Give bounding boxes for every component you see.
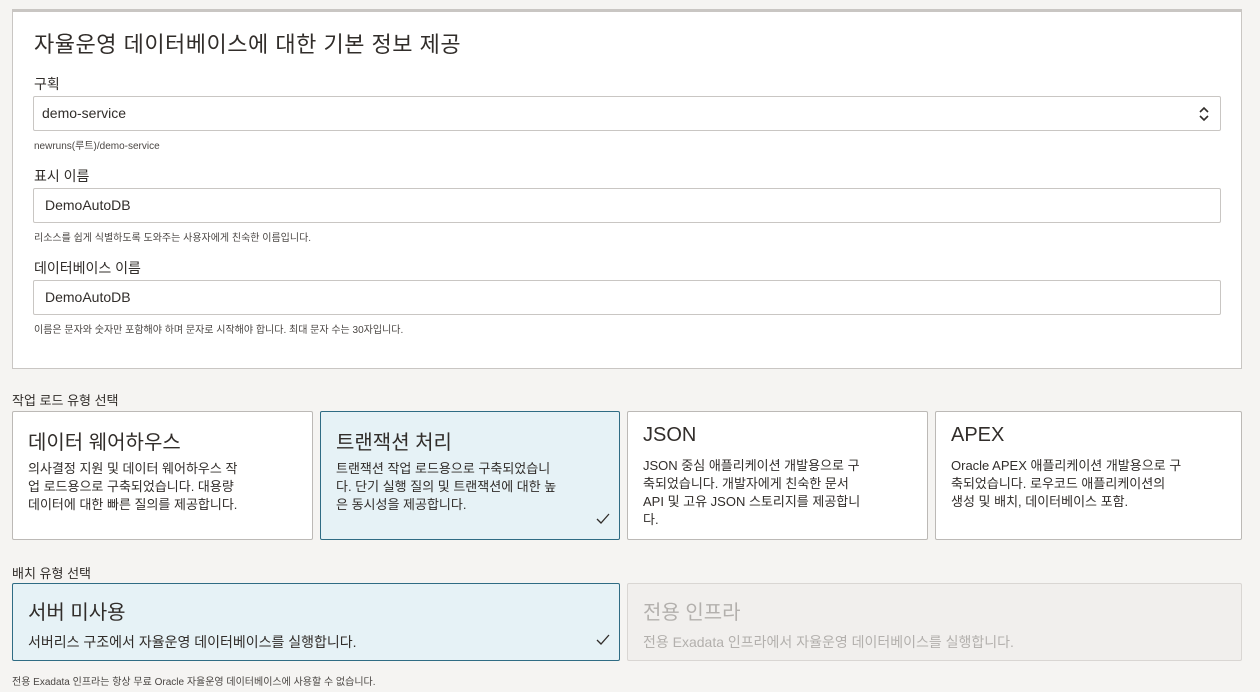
display-name-value: DemoAutoDB [45,197,131,213]
panel-title: 자율운영 데이터베이스에 대한 기본 정보 제공 [34,32,462,57]
deployment-card-serverless[interactable]: 서버 미사용 서버리스 구조에서 자율운영 데이터베이스를 실행합니다. [12,583,620,661]
card-title: JSON [643,424,697,446]
compartment-value: demo-service [42,105,127,121]
desc-line: JSON 중심 애플리케이션 개발용으로 구 [643,458,860,473]
card-description: JSON 중심 애플리케이션 개발용으로 구 축되었습니다. 개발자에게 친숙한… [643,457,860,529]
card-description: 서버리스 구조에서 자율운영 데이터베이스를 실행합니다. [28,634,357,650]
desc-line: 트랜잭션 작업 로드용으로 구축되었습니 [336,461,551,476]
desc-line: 의사결정 지원 및 데이터 웨어하우스 작 [28,461,238,476]
card-description: Oracle APEX 애플리케이션 개발용으로 구 축되었습니다. 로우코드 … [951,457,1181,511]
desc-line: API 및 고유 JSON 스토리지를 제공합니 [643,494,861,509]
card-title: 트랜잭션 처리 [336,432,452,454]
checkmark-icon [596,513,610,524]
desc-line: 다. 단기 실행 질의 및 트랜잭션에 대한 높 [336,479,557,494]
deployment-note: 전용 Exadata 인프라는 항상 무료 Oracle 자율운영 데이터베이스… [12,677,376,688]
workload-card-data-warehouse[interactable]: 데이터 웨어하우스 의사결정 지원 및 데이터 웨어하우스 작 업 로드용으로 … [12,411,313,540]
card-title: 서버 미사용 [28,602,126,624]
checkmark-icon [596,634,610,645]
card-title: 전용 인프라 [643,602,741,624]
workload-card-json[interactable]: JSON JSON 중심 애플리케이션 개발용으로 구 축되었습니다. 개발자에… [627,411,928,540]
desc-line: 다. [643,512,659,527]
compartment-select[interactable]: demo-service [33,96,1221,131]
db-name-label: 데이터베이스 이름 [34,260,141,276]
desc-line: Oracle APEX 애플리케이션 개발용으로 구 [951,458,1182,473]
card-title: 데이터 웨어하우스 [28,432,181,454]
desc-line: 업 로드용으로 구축되었습니다. 대용량 [28,479,234,494]
card-description: 트랜잭션 작업 로드용으로 구축되었습니 다. 단기 실행 질의 및 트랜잭션에… [336,460,556,514]
compartment-label: 구획 [34,76,60,92]
basic-info-panel: 자율운영 데이터베이스에 대한 기본 정보 제공 구획 demo-service… [12,9,1242,369]
desc-line: 데이터에 대한 빠른 질의를 제공합니다. [28,497,238,512]
db-name-help: 이름은 문자와 숫자만 포함해야 하며 문자로 시작해야 합니다. 최대 문자 … [34,325,404,336]
card-description: 전용 Exadata 인프라에서 자율운영 데이터베이스를 실행합니다. [643,634,1014,650]
db-name-value: DemoAutoDB [45,289,131,305]
db-name-input[interactable]: DemoAutoDB [33,280,1221,315]
deployment-card-dedicated: 전용 인프라 전용 Exadata 인프라에서 자율운영 데이터베이스를 실행합… [627,583,1242,661]
workload-card-apex[interactable]: APEX Oracle APEX 애플리케이션 개발용으로 구 축되었습니다. … [935,411,1242,540]
desc-line: 은 동시성을 제공합니다. [336,497,467,512]
desc-line: 축되었습니다. 개발자에게 친숙한 문서 [643,476,849,491]
card-description: 의사결정 지원 및 데이터 웨어하우스 작 업 로드용으로 구축되었습니다. 대… [28,460,237,514]
display-name-input[interactable]: DemoAutoDB [33,188,1221,223]
compartment-path: newruns(루트)/demo-service [34,141,160,152]
card-title: APEX [951,424,1005,446]
workload-card-transaction-processing[interactable]: 트랜잭션 처리 트랜잭션 작업 로드용으로 구축되었습니 다. 단기 실행 질의… [320,411,620,540]
chevron-up-down-icon [1199,106,1209,122]
display-name-help: 리소스를 쉽게 식별하도록 도와주는 사용자에게 친숙한 이름입니다. [34,233,312,244]
workload-section-label: 작업 로드 유형 선택 [12,393,119,408]
deployment-section-label: 배치 유형 선택 [12,566,91,581]
desc-line: 축되었습니다. 로우코드 애플리케이션의 [951,476,1166,491]
desc-line: 생성 및 배치, 데이터베이스 포함. [951,494,1129,509]
display-name-label: 표시 이름 [34,168,90,184]
